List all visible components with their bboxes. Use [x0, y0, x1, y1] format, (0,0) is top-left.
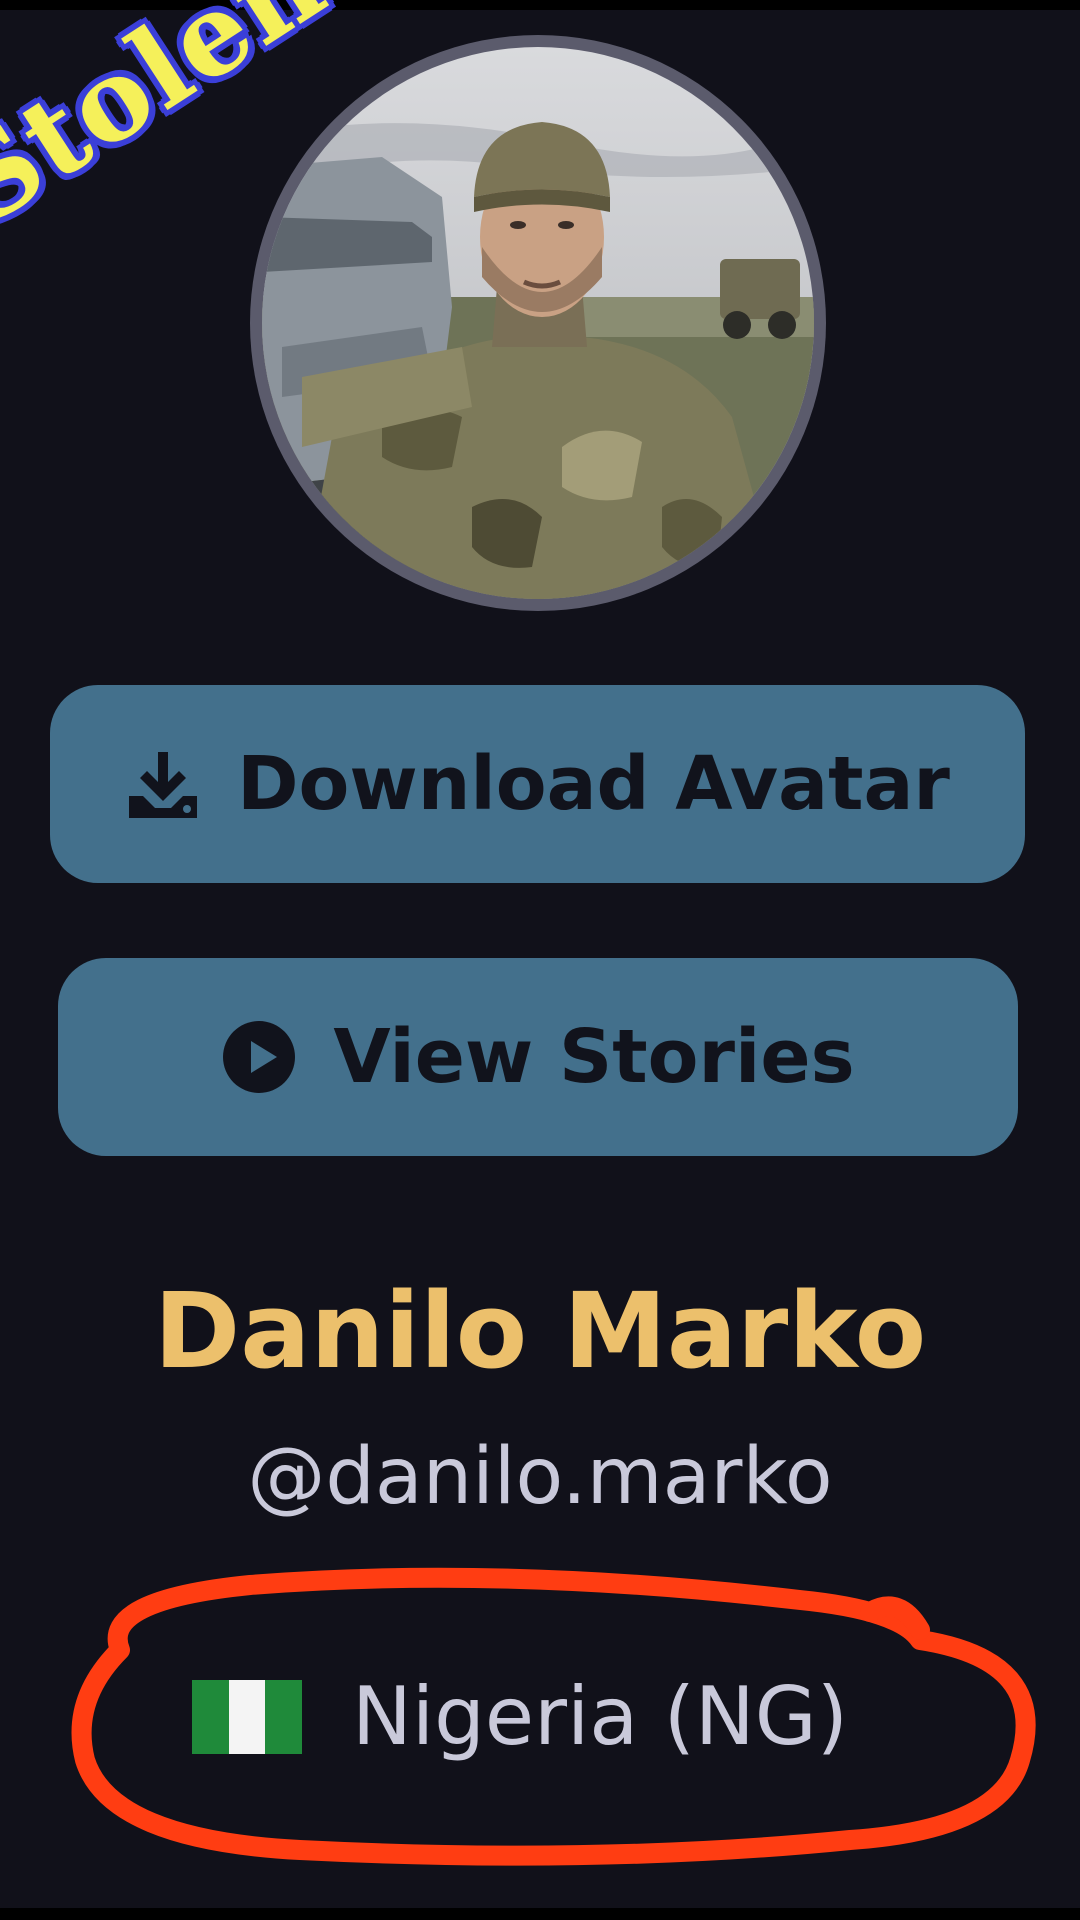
- play-circle-icon: [221, 1019, 297, 1095]
- nigeria-flag-icon: [192, 1679, 303, 1754]
- country-label: Nigeria (NG): [352, 1670, 848, 1763]
- profile-screen: Stolen Download Avatar View Stories Dani…: [0, 0, 1080, 1920]
- view-stories-label: View Stories: [333, 1014, 855, 1100]
- download-avatar-button[interactable]: Download Avatar: [50, 685, 1025, 883]
- profile-handle: @danilo.marko: [247, 1432, 833, 1522]
- avatar[interactable]: [262, 47, 814, 599]
- download-icon: [125, 746, 201, 822]
- bottom-bar: [0, 1908, 1080, 1920]
- view-stories-button[interactable]: View Stories: [58, 958, 1018, 1156]
- download-avatar-label: Download Avatar: [237, 741, 950, 827]
- avatar-image: [262, 47, 814, 599]
- profile-name: Danilo Marko: [153, 1270, 927, 1392]
- profile-country: Nigeria (NG): [0, 1670, 1080, 1763]
